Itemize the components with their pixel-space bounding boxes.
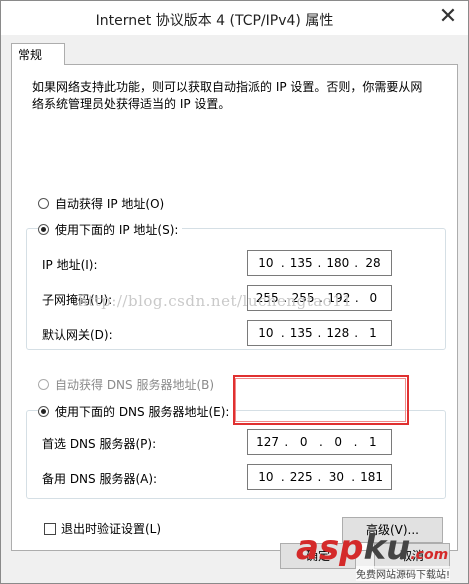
alternate-dns-input[interactable]: 10. 225. 30. 181	[247, 464, 392, 490]
gateway-octet: 135	[289, 326, 313, 340]
preferred-dns-input[interactable]: 127. 0. 0. 1	[247, 429, 392, 455]
ip-octet: 180	[326, 256, 350, 270]
radio-manual-ip-button[interactable]	[38, 224, 49, 235]
intro-text: 如果网络支持此功能，则可以获取自动指派的 IP 设置。否则，你需要从网络系统管理…	[32, 80, 423, 111]
close-button[interactable]: ✕	[434, 3, 462, 29]
gateway-octet: 10	[258, 326, 274, 340]
radio-auto-dns-label: 自动获得 DNS 服务器地址(B)	[55, 378, 215, 392]
dns-octet: 127	[256, 435, 280, 449]
radio-auto-ip-button[interactable]	[38, 198, 49, 209]
ip-octet: 28	[365, 256, 381, 270]
gateway-octet: 1	[369, 326, 377, 340]
radio-auto-dns-button[interactable]	[38, 379, 49, 390]
tab-general[interactable]: 常规	[11, 43, 65, 65]
validate-checkbox-box[interactable]	[44, 522, 56, 535]
gateway-label: 默认网关(D):	[42, 328, 113, 342]
preferred-dns-label: 首选 DNS 服务器(P):	[42, 437, 157, 451]
ip-octet: 135	[289, 256, 313, 270]
radio-manual-dns-label: 使用下面的 DNS 服务器地址(E):	[55, 405, 230, 419]
gateway-input[interactable]: 10. 135. 128. 1	[247, 320, 392, 346]
logo-red: asp	[296, 528, 364, 568]
alt-dns-octet: 30	[328, 470, 344, 484]
alt-dns-octet: 225	[289, 470, 313, 484]
title-bar: Internet 协议版本 4 (TCP/IPv4) 属性 ✕	[1, 1, 468, 35]
logo-dark: ku	[363, 528, 411, 568]
ip-address-input[interactable]: 10. 135. 180. 28	[247, 250, 392, 276]
window-title: Internet 协议版本 4 (TCP/IPv4) 属性	[95, 13, 334, 29]
validate-checkbox-label: 退出时验证设置(L)	[61, 522, 162, 536]
mask-octet: 0	[369, 291, 378, 305]
radio-auto-ip-label: 自动获得 IP 地址(O)	[55, 197, 165, 211]
radio-manual-ip[interactable]: 使用下面的 IP 地址(S):	[38, 221, 183, 238]
ip-octet: 10	[258, 256, 274, 270]
radio-auto-ip[interactable]: 自动获得 IP 地址(O)	[38, 195, 164, 212]
radio-manual-ip-label: 使用下面的 IP 地址(S):	[55, 223, 179, 237]
ip-address-label: IP 地址(I):	[42, 258, 98, 272]
blog-watermark: http://blog.csdn.net/luchengtao11	[78, 292, 353, 310]
dns-octet: 0	[334, 435, 343, 449]
dns-octet: 0	[299, 435, 308, 449]
validate-settings-checkbox[interactable]: 退出时验证设置(L)	[44, 520, 161, 537]
radio-manual-dns[interactable]: 使用下面的 DNS 服务器地址(E):	[38, 403, 234, 420]
dns-octet: 1	[369, 435, 377, 449]
alternate-dns-label: 备用 DNS 服务器(A):	[42, 472, 158, 486]
gateway-octet: 128	[326, 326, 350, 340]
logo-tagline: 免费网站源码下载站!	[356, 566, 451, 581]
alt-dns-octet: 10	[258, 470, 274, 484]
alt-dns-octet: 181	[360, 470, 383, 484]
radio-manual-dns-button[interactable]	[38, 406, 49, 417]
site-logo: aspku.com	[296, 528, 448, 568]
radio-auto-dns[interactable]: 自动获得 DNS 服务器地址(B)	[38, 376, 214, 393]
logo-suffix: .com	[410, 547, 449, 563]
